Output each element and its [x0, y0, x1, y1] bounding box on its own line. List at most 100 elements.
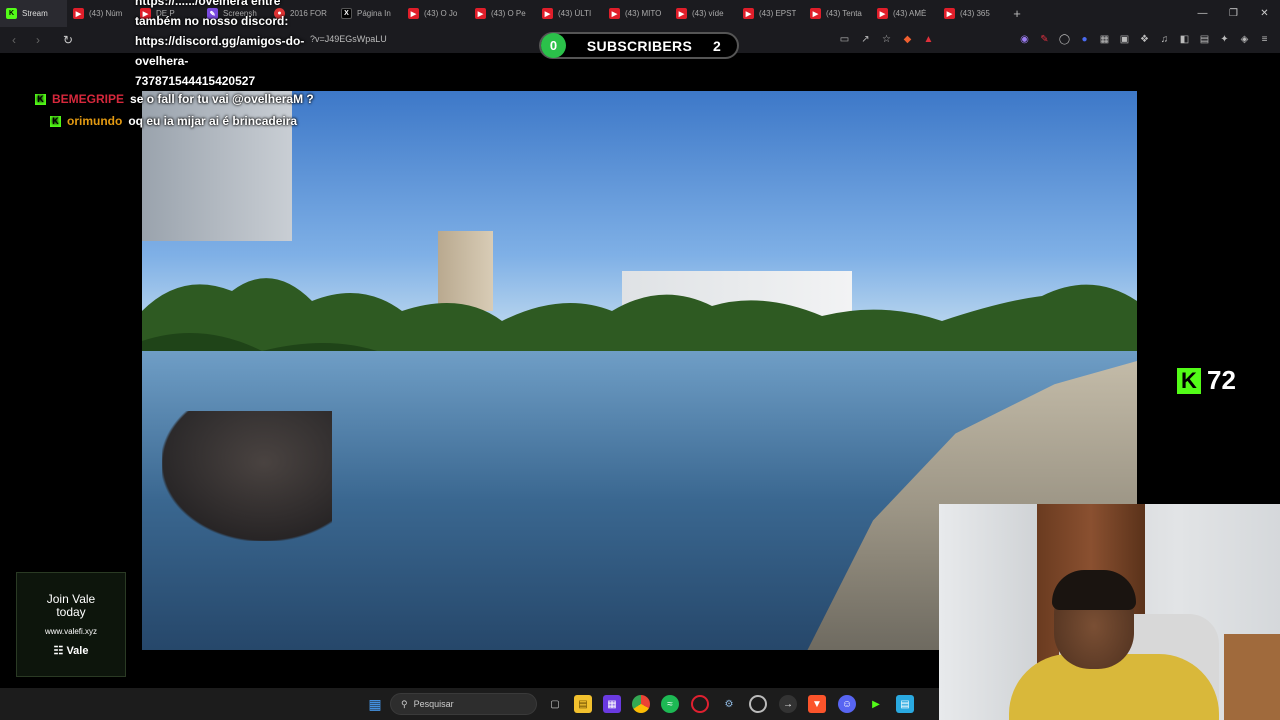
browser-tab[interactable]: ▶ (43) Tenta: [804, 0, 871, 27]
youtube-icon: ▶: [877, 8, 888, 19]
screen-icon[interactable]: ▭: [837, 32, 852, 47]
app-grid-icon[interactable]: ▦: [603, 695, 621, 713]
task-view-icon[interactable]: ▢: [546, 695, 564, 713]
browser-tab-label: (43) Tenta: [826, 9, 862, 18]
file-explorer-icon[interactable]: ▤: [574, 695, 592, 713]
browser-tab-label: Stream: [22, 9, 48, 18]
bookmark-icon[interactable]: ☆: [879, 32, 894, 47]
browser-tab[interactable]: K Stream: [0, 0, 67, 27]
windows-taskbar: ▦ ⚲ Pesquisar ▢ ▤ ▦ ≈ ⚙ → ▼ ☺ ▶ ▤: [0, 688, 939, 720]
browser-tab[interactable]: ▶ (43) O Jo: [402, 0, 469, 27]
glasses-icon[interactable]: ◯: [1057, 32, 1072, 47]
youtube-icon: ▶: [73, 8, 84, 19]
youtube-icon: ▶: [408, 8, 419, 19]
shield-icon[interactable]: ◈: [1237, 32, 1252, 47]
menu-icon[interactable]: ≡: [1257, 32, 1272, 47]
youtube-icon: ▶: [475, 8, 486, 19]
kick-badge-icon: K: [50, 115, 61, 127]
sidebar-icon[interactable]: ◧: [1177, 32, 1192, 47]
webcam-desk: [1224, 634, 1280, 720]
extension-icon[interactable]: ◉: [1017, 32, 1032, 47]
viewer-count: 72: [1207, 365, 1236, 395]
windows-start-icon[interactable]: ▦: [366, 695, 384, 713]
join-brand: ☷ Vale: [17, 644, 125, 657]
minimize-icon[interactable]: —: [1187, 0, 1218, 27]
restore-icon[interactable]: ❐: [1218, 0, 1249, 27]
browser-tab[interactable]: X Página In: [335, 0, 402, 27]
youtube-icon: ▶: [609, 8, 620, 19]
subscribers-value: 2: [713, 37, 721, 54]
browser-tab[interactable]: ▶ (43) Núm: [67, 0, 134, 27]
browser-tab-label: (43) 365: [960, 9, 990, 18]
steam-icon[interactable]: ⚙: [720, 695, 738, 713]
taskbar-search[interactable]: ⚲ Pesquisar: [390, 693, 537, 715]
youtube-icon: ▶: [810, 8, 821, 19]
chat-text: se o fall for tu vai @ovelheraM ?: [130, 92, 314, 106]
chat-pinned-message: https://....../ovelhera entre também no …: [135, 0, 335, 91]
browser-tab[interactable]: ▶ (43) O Pe: [469, 0, 536, 27]
browser-tab-label: (43) EPST: [759, 9, 797, 18]
share-icon[interactable]: ↗: [858, 32, 873, 47]
vale-logo-icon: ☷: [53, 645, 64, 657]
spotify-icon[interactable]: ≈: [661, 695, 679, 713]
chat-pinned-line: ovelhera-: [135, 54, 189, 68]
capture-icon[interactable]: ▣: [1117, 32, 1132, 47]
terminal-icon[interactable]: ▶: [867, 695, 885, 713]
join-vale-card[interactable]: Join Vale today www.valefi.xyz ☷ Vale: [16, 572, 126, 677]
discord-icon[interactable]: ☺: [838, 695, 856, 713]
video-hand: [162, 411, 332, 541]
notepad-icon[interactable]: ▤: [896, 695, 914, 713]
chrome-icon[interactable]: [632, 695, 650, 713]
youtube-icon: ▶: [542, 8, 553, 19]
new-tab-button[interactable]: +: [1005, 6, 1029, 21]
ai-icon[interactable]: ✦: [1217, 32, 1232, 47]
opera-icon[interactable]: [691, 695, 709, 713]
kick-icon: K: [6, 8, 17, 19]
kick-badge-icon: K: [35, 93, 46, 105]
brave-shield-icon[interactable]: ◆: [900, 32, 915, 47]
browser-tab-label: Página In: [357, 9, 391, 18]
puzzle-icon[interactable]: ❖: [1137, 32, 1152, 47]
music-icon[interactable]: ♫: [1157, 32, 1172, 47]
browser-tab-label: (43) MITO: [625, 9, 662, 18]
browser-tab-label: (43) O Jo: [424, 9, 458, 18]
forward-icon[interactable]: ›: [28, 30, 48, 50]
address-actions: ▭ ↗ ☆ ◆ ▲: [837, 32, 936, 47]
chat-message: K orimundo oq eu ia mijar ai é brincadei…: [50, 114, 297, 128]
join-line-2: today: [56, 605, 86, 619]
back-icon[interactable]: ‹: [4, 30, 24, 50]
media-icon[interactable]: →: [779, 695, 797, 713]
taskbar-search-placeholder: Pesquisar: [413, 699, 454, 709]
viewer-counter: K 72: [1177, 365, 1236, 396]
chat-username[interactable]: BEMEGRIPE: [52, 92, 124, 106]
webcam-hair: [1052, 570, 1136, 610]
close-icon[interactable]: ✕: [1249, 0, 1280, 27]
stream-screen: K Stream ▶ (43) Núm ▶ DE P ✎ Screensh ● 2016 FOR X…: [0, 0, 1280, 720]
browser-tab-label: (43) ÚLTI: [558, 9, 592, 18]
wallet-icon[interactable]: ▤: [1197, 32, 1212, 47]
browser-tab-label: (43) Núm: [89, 9, 123, 18]
x-icon: X: [341, 8, 352, 19]
search-icon: ⚲: [401, 698, 408, 709]
join-brand-label: Vale: [66, 645, 89, 657]
grid-icon[interactable]: ▦: [1097, 32, 1112, 47]
reload-icon[interactable]: ↻: [58, 30, 78, 50]
chat-text: oq eu ia mijar ai é brincadeira: [128, 114, 298, 128]
browser-tab[interactable]: ▶ (43) MITO: [603, 0, 670, 27]
brave-icon[interactable]: ▼: [808, 695, 826, 713]
obs-icon[interactable]: [749, 695, 767, 713]
pen-extension-icon[interactable]: ✎: [1037, 32, 1052, 47]
chat-username[interactable]: orimundo: [67, 114, 122, 128]
browser-tab[interactable]: ▶ (43) EPST: [737, 0, 804, 27]
youtube-icon: ▶: [676, 8, 687, 19]
vpn-icon[interactable]: ●: [1077, 32, 1092, 47]
browser-tab[interactable]: ▶ (43) 365: [938, 0, 1005, 27]
brave-rewards-icon[interactable]: ▲: [921, 32, 936, 47]
youtube-icon: ▶: [743, 8, 754, 19]
browser-tab[interactable]: ▶ (43) ÚLTI: [536, 0, 603, 27]
browser-tab[interactable]: ▶ (43) AMÉ: [871, 0, 938, 27]
browser-tab[interactable]: ▶ (43) víde: [670, 0, 737, 27]
webcam-feed: [939, 504, 1280, 720]
youtube-icon: ▶: [944, 8, 955, 19]
subscribers-widget: 0 SUBSCRIBERS 2: [539, 32, 739, 59]
